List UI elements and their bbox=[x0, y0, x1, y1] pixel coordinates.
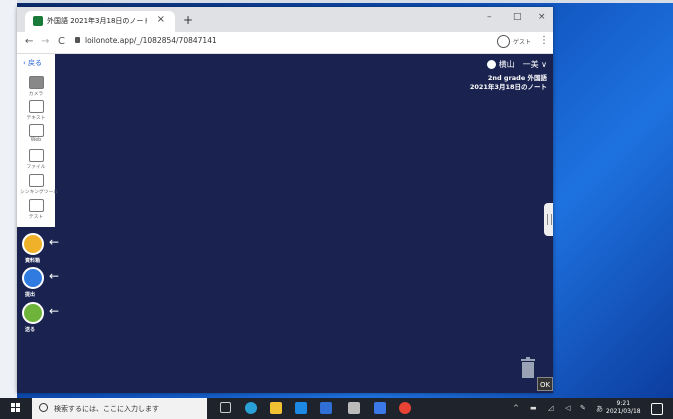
app-icon[interactable] bbox=[374, 402, 386, 414]
tool-palette: ‹ 戻る カメラ テキスト Web ファイル シンキングツール テスト bbox=[17, 54, 59, 227]
ok-button[interactable]: OK bbox=[537, 377, 553, 391]
thinking-tool-icon bbox=[28, 174, 44, 187]
close-tab-icon[interactable]: × bbox=[157, 14, 165, 25]
tool-camera-label: カメラ bbox=[28, 92, 44, 97]
tool-thinking[interactable]: シンキングツール bbox=[20, 174, 59, 195]
search-placeholder: 検索するには、ここに入力します bbox=[54, 405, 159, 413]
file-explorer-icon[interactable] bbox=[270, 402, 282, 414]
browser-toolbar: ← → C loilonote.app/_/1082854/70847141 ゲ… bbox=[17, 32, 553, 54]
browser-menu-icon[interactable]: ⋮ bbox=[539, 35, 549, 46]
tool-file-label: ファイル bbox=[26, 165, 46, 170]
clock-date: 2021/03/18 bbox=[606, 408, 641, 415]
chevron-up-icon[interactable]: ^ bbox=[513, 404, 519, 412]
file-icon bbox=[28, 149, 44, 162]
user-icon bbox=[486, 60, 496, 69]
clock[interactable]: 9:21 2021/03/18 bbox=[606, 400, 641, 416]
browser-window: 外国語 2021年3月18日のノート × + – □ × ← → C loilo… bbox=[17, 7, 553, 393]
note-canvas[interactable]: ‹ 戻る カメラ テキスト Web ファイル シンキングツール テスト ← 資料… bbox=[17, 54, 553, 393]
arrow-left-icon: ← bbox=[49, 269, 60, 283]
tool-test-label: テスト bbox=[28, 215, 44, 220]
back-arrow-icon[interactable]: ← bbox=[25, 36, 33, 47]
tool-test[interactable]: テスト bbox=[20, 199, 52, 220]
taskbar-search-box[interactable]: 検索するには、ここに入力します bbox=[32, 398, 207, 419]
send-label: 送る bbox=[25, 327, 36, 333]
materials-box-label: 資料箱 bbox=[25, 258, 41, 264]
web-icon bbox=[28, 124, 44, 137]
camera-app-icon[interactable] bbox=[348, 402, 360, 414]
camera-icon bbox=[28, 76, 44, 89]
back-button[interactable]: ‹ 戻る bbox=[23, 58, 42, 68]
mail-icon[interactable] bbox=[295, 402, 307, 414]
tool-web[interactable]: Web bbox=[20, 124, 52, 143]
minimize-button[interactable]: – bbox=[487, 12, 492, 22]
windows-start-icon[interactable] bbox=[11, 403, 21, 413]
task-view-icon[interactable] bbox=[220, 402, 231, 413]
ime-indicator[interactable]: あ bbox=[596, 404, 603, 414]
tab-title: 外国語 2021年3月18日のノート bbox=[47, 17, 147, 25]
tool-file[interactable]: ファイル bbox=[20, 149, 52, 170]
notification-icon[interactable] bbox=[651, 403, 663, 415]
user-menu[interactable]: 横山 一美 ∨ bbox=[486, 59, 547, 70]
reload-icon[interactable]: C bbox=[58, 36, 65, 47]
network-icon[interactable]: ◿ bbox=[548, 404, 553, 412]
trash-icon[interactable] bbox=[520, 357, 536, 379]
text-icon bbox=[28, 100, 44, 113]
search-icon bbox=[39, 403, 48, 412]
side-panel-handle[interactable] bbox=[544, 203, 553, 236]
address-bar[interactable]: loilonote.app/_/1082854/70847141 bbox=[85, 36, 217, 45]
new-tab-button[interactable]: + bbox=[183, 13, 193, 27]
battery-icon[interactable]: ▬ bbox=[530, 404, 537, 412]
tool-thinking-label: シンキングツール bbox=[20, 190, 59, 195]
tool-camera[interactable]: カメラ bbox=[20, 76, 52, 97]
lock-icon bbox=[75, 37, 80, 43]
arrow-left-icon: ← bbox=[49, 235, 60, 249]
profile-label[interactable]: ゲスト bbox=[513, 37, 531, 46]
store-icon[interactable] bbox=[320, 402, 332, 414]
tool-text-label: テキスト bbox=[26, 116, 46, 121]
desktop-top-edge bbox=[0, 0, 673, 3]
browser-tab[interactable]: 外国語 2021年3月18日のノート × bbox=[25, 11, 175, 32]
grip-icon bbox=[547, 214, 552, 225]
user-name: 横山 一美 bbox=[498, 60, 539, 69]
arrow-left-icon: ← bbox=[49, 304, 60, 318]
note-title: 2021年3月18日のノート bbox=[469, 83, 547, 91]
maximize-button[interactable]: □ bbox=[513, 12, 522, 22]
chrome-icon[interactable] bbox=[399, 402, 411, 414]
taskbar: 検索するには、ここに入力します ^ ▬ ◿ ◁ ✎ あ 9:21 2021/03… bbox=[0, 398, 673, 419]
pen-icon[interactable]: ✎ bbox=[580, 404, 586, 412]
materials-box-button[interactable] bbox=[22, 233, 44, 255]
edge-icon[interactable] bbox=[245, 402, 257, 414]
test-icon bbox=[28, 199, 44, 212]
tool-web-label: Web bbox=[30, 138, 42, 143]
close-window-button[interactable]: × bbox=[538, 12, 546, 22]
chevron-down-icon: ∨ bbox=[541, 60, 547, 69]
browser-titlebar: 外国語 2021年3月18日のノート × + – □ × bbox=[17, 7, 553, 32]
tool-text[interactable]: テキスト bbox=[20, 100, 52, 121]
profile-icon[interactable] bbox=[497, 35, 510, 48]
submit-button[interactable] bbox=[22, 267, 44, 289]
desktop-left-edge bbox=[0, 0, 17, 398]
submit-label: 提出 bbox=[25, 292, 36, 298]
forward-arrow-icon[interactable]: → bbox=[41, 36, 49, 47]
send-button[interactable] bbox=[22, 302, 44, 324]
clock-time: 9:21 bbox=[616, 400, 631, 407]
loilonote-favicon-icon bbox=[33, 16, 43, 26]
volume-icon[interactable]: ◁ bbox=[565, 404, 570, 412]
